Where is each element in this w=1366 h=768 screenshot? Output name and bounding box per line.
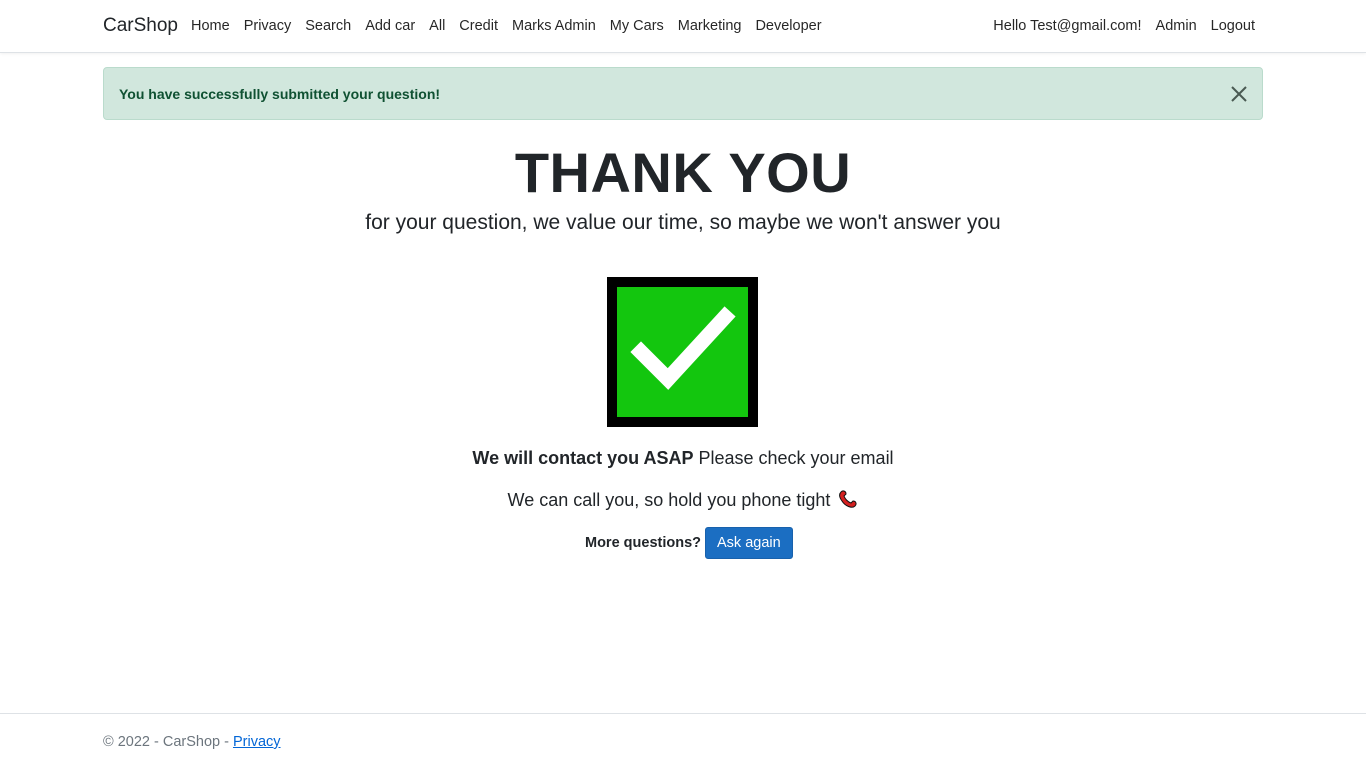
nav-search[interactable]: Search bbox=[298, 18, 358, 34]
nav-greeting[interactable]: Hello Test@gmail.com! bbox=[986, 18, 1148, 34]
alert-message: You have successfully submitted your que… bbox=[119, 86, 441, 102]
more-questions-row: More questions? Ask again bbox=[585, 527, 793, 559]
footer-text: © 2022 - CarShop - Privacy bbox=[103, 734, 281, 750]
contact-bold: We will contact you ASAP bbox=[472, 448, 694, 468]
nav-privacy[interactable]: Privacy bbox=[237, 18, 299, 34]
footer-privacy-link[interactable]: Privacy bbox=[233, 734, 281, 750]
nav-my-cars[interactable]: My Cars bbox=[603, 18, 671, 34]
page-title: THANK YOU bbox=[514, 141, 852, 204]
nav-credit[interactable]: Credit bbox=[452, 18, 505, 34]
brand-link[interactable]: CarShop bbox=[103, 15, 178, 37]
contact-rest: Please check your email bbox=[693, 448, 894, 468]
nav-links: Home Privacy Search Add car All Credit M… bbox=[184, 18, 829, 34]
nav-user: Hello Test@gmail.com! Admin Logout bbox=[986, 18, 1262, 34]
nav-admin[interactable]: Admin bbox=[1149, 18, 1204, 34]
phone-icon bbox=[838, 489, 858, 514]
navbar: CarShop Home Privacy Search Add car All … bbox=[0, 0, 1366, 53]
nav-home[interactable]: Home bbox=[184, 18, 237, 34]
call-message: We can call you, so hold you phone tight bbox=[0, 489, 1366, 514]
copyright-text: © 2022 - CarShop - bbox=[103, 734, 233, 750]
nav-marketing[interactable]: Marketing bbox=[671, 18, 749, 34]
nav-marks-admin[interactable]: Marks Admin bbox=[505, 18, 603, 34]
call-text: We can call you, so hold you phone tight bbox=[507, 490, 831, 510]
nav-logout[interactable]: Logout bbox=[1204, 18, 1262, 34]
contact-message: We will contact you ASAP Please check yo… bbox=[0, 448, 1366, 469]
more-questions-label: More questions? bbox=[585, 535, 702, 551]
nav-developer[interactable]: Developer bbox=[748, 18, 828, 34]
checkmark-icon bbox=[607, 277, 758, 427]
nav-add-car[interactable]: Add car bbox=[358, 18, 422, 34]
success-alert: You have successfully submitted your que… bbox=[103, 67, 1263, 120]
page-subtitle: for your question, we value our time, so… bbox=[365, 211, 1001, 234]
ask-again-button[interactable]: Ask again bbox=[705, 527, 793, 559]
footer: © 2022 - CarShop - Privacy bbox=[0, 713, 1366, 768]
nav-all[interactable]: All bbox=[422, 18, 452, 34]
close-icon[interactable] bbox=[1228, 83, 1250, 105]
